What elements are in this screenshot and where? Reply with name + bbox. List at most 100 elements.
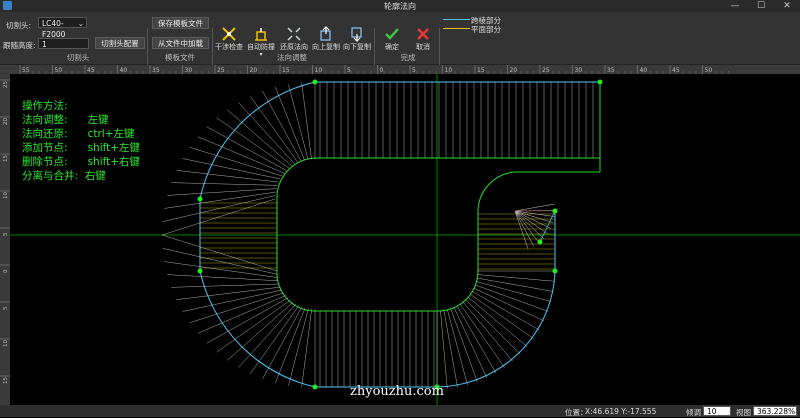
normal-line-arc — [453, 307, 488, 379]
group-label-normal-adjust: 法向调整 — [277, 53, 307, 62]
normal-line-arc — [459, 303, 505, 368]
normal-line-fan — [514, 210, 540, 244]
cancel-x-icon — [417, 28, 429, 40]
cutter-config-button[interactable]: 切割头配置 — [95, 37, 145, 49]
normal-line-arc — [301, 308, 312, 388]
confirm-label: 确定 — [385, 43, 399, 51]
horizontal-ruler: 55 50 45 40 35 30 25 20 15 10 5 0 5 10 15 20 25 30 35 40 45 5… — [10, 65, 800, 74]
normal-line-arc — [162, 248, 278, 275]
follow-height-input[interactable]: 1 — [38, 38, 89, 49]
instruction-split-merge: 分离与合并: 右键 — [22, 170, 106, 182]
contour-node — [312, 384, 318, 390]
normal-line-arc — [176, 170, 279, 183]
copy-up-button[interactable]: 向上复制 — [311, 26, 341, 52]
h-ruler-label: 50 — [55, 67, 63, 74]
copy-down-label: 向下复制 — [343, 43, 371, 51]
vertical-ruler: 25201510505101520 — [0, 65, 10, 418]
contour-node — [552, 268, 558, 274]
normal-line-arc — [275, 87, 305, 161]
normal-line-arc — [469, 293, 534, 339]
vertical-ruler-ticks: 25201510505101520 — [0, 79, 10, 418]
maximize-button[interactable]: ☐ — [750, 0, 772, 12]
auto-avoid-icon — [255, 28, 267, 41]
normal-line-arc — [250, 96, 299, 163]
h-ruler-label: 10 — [445, 67, 453, 74]
h-ruler-label: 5 — [412, 67, 416, 74]
group-label-template-file: 模板文件 — [165, 53, 195, 62]
checkmark-icon — [385, 28, 399, 40]
normal-line-arc — [227, 109, 293, 167]
normal-line-arc — [250, 305, 300, 374]
legend-label-plane: 平面部分 — [471, 25, 501, 34]
h-ruler-label: 15 — [282, 67, 290, 74]
normal-line-arc — [216, 117, 290, 169]
normal-line-arc — [465, 299, 521, 355]
interference-check-button[interactable]: 干涉检查 — [214, 26, 244, 52]
window-title: 轮廓法向 — [384, 2, 416, 11]
v-ruler-label: 25 — [3, 81, 9, 88]
normal-line-arc — [238, 102, 296, 165]
normal-line-arc — [227, 301, 294, 361]
h-ruler-label: 25 — [217, 67, 225, 74]
normal-line-arc — [238, 303, 297, 368]
h-ruler-label: 30 — [575, 67, 583, 74]
save-template-button[interactable]: 保存模板文件 — [152, 17, 209, 29]
normal-line-arc — [189, 292, 284, 323]
minimize-button[interactable]: — — [724, 0, 746, 12]
restore-normal-button[interactable]: 还原法向 — [278, 26, 310, 52]
copy-down-icon — [351, 27, 362, 42]
outer-contour — [199, 81, 600, 388]
normal-line-arc — [216, 299, 291, 353]
interference-check-icon — [222, 27, 236, 41]
contour-node — [312, 79, 318, 85]
v-ruler-label: 20 — [3, 118, 9, 125]
legend-swatch-plane — [443, 28, 470, 29]
h-ruler-label: 35 — [152, 67, 160, 74]
h-ruler-label: 15 — [477, 67, 485, 74]
v-ruler-label: 10 — [3, 340, 9, 347]
restore-normal-label: 还原法向 — [280, 43, 308, 51]
legend-item-ridge: 跨棱部分 — [443, 15, 513, 25]
group-label-finish: 完成 — [400, 53, 416, 62]
view-zoom-select[interactable]: 363.228% — [753, 406, 797, 416]
title-bar: 轮廓法向 — ☐ ✕ — [0, 0, 800, 12]
normal-line-arc — [206, 297, 289, 344]
v-ruler-label: 0 — [3, 269, 9, 273]
normal-line-fan — [514, 210, 548, 235]
status-bar: 位置： X:46.619 Y:-17.555 倾调 10 视图 363.228% — [0, 405, 800, 417]
v-ruler-label: 15 — [3, 377, 9, 384]
contour-node — [197, 196, 203, 202]
normal-line-arc — [206, 126, 287, 171]
interference-check-label: 干涉检查 — [215, 43, 243, 51]
confirm-button[interactable]: 确定 — [379, 26, 405, 52]
h-ruler-label: 10 — [315, 67, 323, 74]
normal-line-arc — [262, 306, 303, 379]
cancel-button[interactable]: 取消 — [409, 26, 437, 52]
cancel-label: 取消 — [416, 43, 430, 51]
load-from-file-button[interactable]: 从文件中加载 — [152, 37, 209, 49]
cutter-head-select[interactable]: LC40-F2000 ⌄ — [38, 17, 87, 39]
h-ruler-label: 0 — [380, 67, 384, 74]
normal-line-arc — [176, 286, 281, 300]
normal-line-arc — [171, 182, 278, 186]
h-ruler-label: 5 — [347, 67, 351, 74]
normal-line-arc — [288, 308, 309, 386]
normal-line-arc — [197, 295, 286, 334]
close-window-button[interactable]: ✕ — [776, 0, 798, 12]
copy-up-label: 向上复制 — [312, 43, 340, 51]
copy-down-button[interactable]: 向下复制 — [342, 26, 372, 52]
h-ruler-label: 25 — [542, 67, 550, 74]
normal-line-arc — [162, 195, 276, 222]
h-ruler-label: 50 — [705, 67, 713, 74]
instruction-add-node: 添加节点: shift+左键 — [22, 142, 141, 154]
h-ruler-label: 35 — [607, 67, 615, 74]
instruction-normal-adjust: 法向调整: 左键 — [22, 114, 109, 126]
cutter-head-value: LC40-F2000 — [42, 19, 66, 39]
h-ruler-label: 45 — [87, 67, 95, 74]
chevron-down-icon: ⌄ — [77, 19, 84, 28]
contour-node — [552, 208, 558, 214]
normal-line-arc — [189, 147, 283, 177]
normal-line-fan — [514, 210, 534, 247]
h-ruler-label: 20 — [250, 67, 258, 74]
tilt-input[interactable]: 10 — [703, 406, 731, 416]
